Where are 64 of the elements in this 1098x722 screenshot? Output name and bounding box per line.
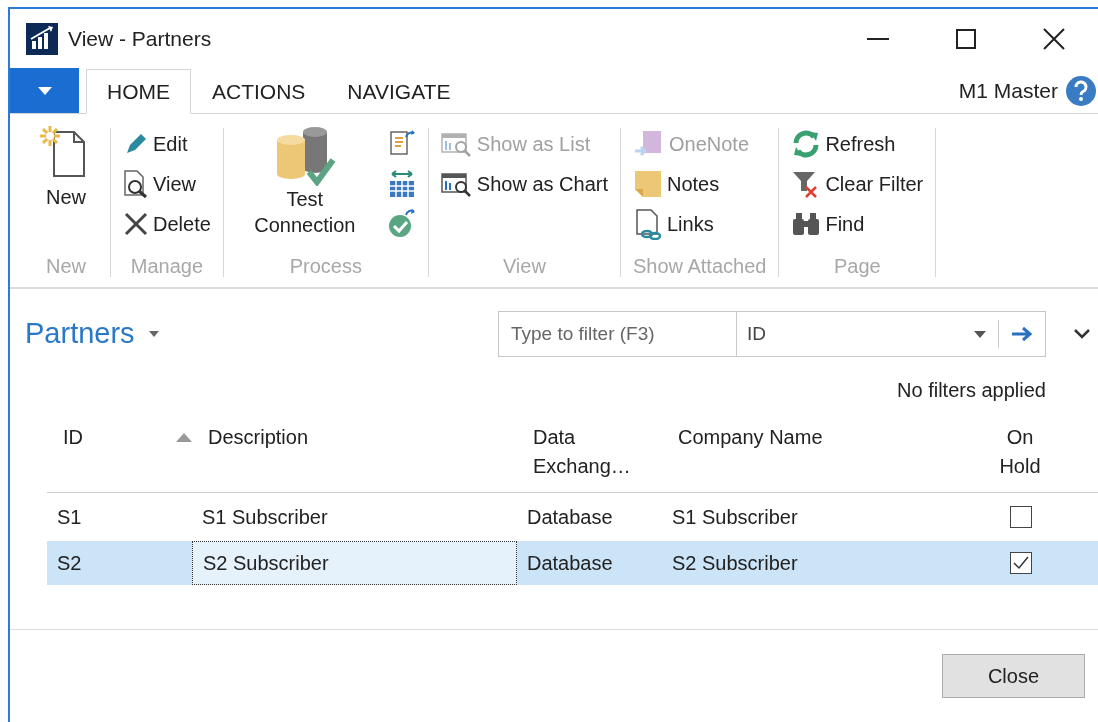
user-name: M1 Master	[958, 77, 1058, 104]
binoculars-icon	[791, 211, 822, 237]
chart-button[interactable]: Show as Chart	[440, 164, 608, 204]
edit-button[interactable]: Edit	[123, 124, 211, 164]
help-icon[interactable]	[1066, 75, 1096, 106]
close-icon	[1043, 28, 1065, 50]
table-cell-text: Database	[526, 505, 614, 530]
sticky-note-icon	[633, 169, 663, 199]
window-magnifier-icon	[440, 171, 473, 197]
ribbon-group-label: Show Attached	[633, 254, 767, 279]
find-button[interactable]: Find	[791, 204, 924, 244]
ribbon-tab[interactable]: NAVIGATE	[326, 69, 472, 114]
caret-icon[interactable]	[148, 331, 159, 337]
filter-status: No filters applied	[897, 378, 1046, 403]
ribbon-group-label: Process	[288, 254, 363, 279]
dropdown-arrow-icon[interactable]	[974, 330, 986, 338]
on-hold-checkbox[interactable]	[1010, 552, 1032, 574]
ribbon-tab[interactable]: ACTIONS	[191, 69, 327, 114]
column-header[interactable]: Company Name	[678, 423, 823, 452]
notes-button[interactable]: Notes	[633, 164, 750, 204]
dialog-button[interactable]: Close	[942, 654, 1085, 698]
column-header[interactable]: Description	[208, 423, 309, 452]
dropdown-arrow-icon	[37, 86, 52, 95]
check-circle-icon	[387, 209, 416, 239]
ribbon-group-label: View	[501, 254, 547, 279]
on-hold-checkbox[interactable]	[1010, 506, 1032, 528]
document-link-icon	[633, 208, 663, 240]
table-cell-text: S1 Subscriber	[671, 505, 799, 530]
test-connection-button[interactable]: Test Connection	[235, 124, 374, 238]
table-cell-text: S2	[56, 551, 83, 576]
table-cell: S2 Subscriber	[192, 541, 517, 585]
filter-field-dropdown[interactable]: ID	[737, 319, 974, 349]
table-cell-text: S1 Subscriber	[201, 505, 329, 530]
maximize-icon	[956, 29, 976, 49]
delete-button[interactable]: Delete	[123, 204, 211, 244]
filter-box[interactable]: Type to filter (F3) ID	[498, 311, 1046, 357]
window-magnifier-icon	[440, 131, 473, 157]
table-cell-text: S2 Subscriber	[671, 551, 799, 576]
column-header[interactable]: ID	[63, 423, 83, 452]
column-header[interactable]: Data Exchang…	[533, 423, 643, 481]
table-cell-text: S1	[56, 505, 83, 530]
view-button[interactable]: View	[123, 164, 211, 204]
clear-filter-button[interactable]: Clear Filter	[791, 164, 924, 204]
column-header[interactable]: On Hold	[996, 423, 1044, 481]
links-button[interactable]: Links	[633, 204, 750, 244]
document-magnifier-icon	[123, 169, 149, 199]
minimize-icon	[867, 38, 889, 40]
ribbon-tab[interactable]: HOME	[86, 69, 191, 114]
ribbon-group-label: Manage	[129, 254, 205, 279]
ribbon-group-label: New	[45, 254, 87, 279]
window-title: View - Partners	[68, 26, 212, 53]
table-row[interactable]: S2 S2 Subscriber Database S2 Subscriber	[47, 541, 1098, 585]
arrow-right-icon[interactable]	[1011, 326, 1033, 342]
chevron-down-icon[interactable]	[1074, 329, 1090, 339]
cross-icon	[123, 211, 149, 237]
app-logo-icon	[26, 23, 58, 55]
page-title: Partners	[25, 316, 135, 352]
refresh-button[interactable]: Refresh	[791, 124, 924, 164]
filter-input[interactable]: Type to filter (F3)	[499, 312, 737, 356]
new-button[interactable]: New	[34, 124, 98, 210]
checkmark-icon	[1013, 556, 1029, 570]
ribbon-group-label: Page	[832, 254, 882, 279]
table-cell-text: Database	[526, 551, 614, 576]
table-arrows-icon	[387, 169, 416, 199]
